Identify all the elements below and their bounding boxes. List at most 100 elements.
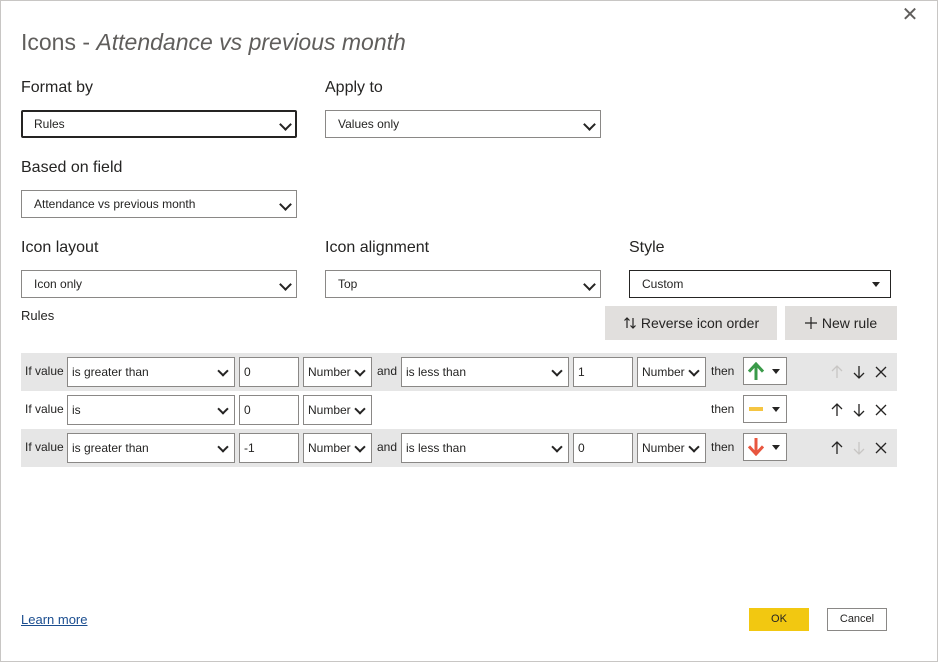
icon-alignment-value: Top xyxy=(338,277,358,291)
delete-rule-icon[interactable] xyxy=(873,364,889,380)
rule-1-operator-value: is greater than xyxy=(72,365,149,379)
rules-label: Rules xyxy=(21,308,55,323)
cancel-button[interactable]: Cancel xyxy=(827,608,887,631)
new-rule-label: New rule xyxy=(821,315,878,331)
chevron-down-icon xyxy=(551,441,563,453)
then-label: then xyxy=(711,364,735,378)
if-value-label: If value xyxy=(25,402,64,416)
chevron-down-icon xyxy=(279,278,292,291)
rule-3-operator-value: is greater than xyxy=(72,441,149,455)
chevron-down-icon xyxy=(583,118,596,131)
rule-2-value-input[interactable]: 0 xyxy=(239,395,299,425)
new-rule-button[interactable]: New rule xyxy=(785,306,897,340)
apply-to-value: Values only xyxy=(338,117,400,131)
delete-rule-icon[interactable] xyxy=(873,402,889,418)
caret-down-icon xyxy=(772,369,780,374)
move-down-icon[interactable] xyxy=(851,364,867,380)
dialog-title-prefix: Icons - xyxy=(21,29,97,55)
icons-dialog: ✕ Icons - Attendance vs previous month F… xyxy=(0,0,938,662)
rule-2-type-value: Number xyxy=(308,403,351,417)
reverse-icon-order-label: Reverse icon order xyxy=(640,315,760,331)
based-on-field-select[interactable]: Attendance vs previous month xyxy=(21,190,297,218)
rule-3-operator2-select[interactable]: is less than xyxy=(401,433,569,463)
chevron-down-icon xyxy=(688,441,700,453)
icon-layout-select[interactable]: Icon only xyxy=(21,270,297,298)
rule-row-3: If value is greater than -1 Number and i… xyxy=(21,429,897,467)
red-down-arrow-icon xyxy=(748,438,764,456)
if-value-label: If value xyxy=(25,440,64,454)
rule-2-operator-select[interactable]: is xyxy=(67,395,235,425)
rule-3-type-select[interactable]: Number xyxy=(303,433,372,463)
delete-rule-icon[interactable] xyxy=(873,440,889,456)
rule-1-type2-select[interactable]: Number xyxy=(637,357,706,387)
rule-2-type-select[interactable]: Number xyxy=(303,395,372,425)
dialog-title-field: Attendance vs previous month xyxy=(96,29,406,55)
rule-1-icon-picker[interactable] xyxy=(743,357,787,385)
rule-1-type-select[interactable]: Number xyxy=(303,357,372,387)
move-up-icon[interactable] xyxy=(829,364,845,380)
format-by-value: Rules xyxy=(34,117,65,131)
reverse-icon-order-button[interactable]: Reverse icon order xyxy=(605,306,777,340)
rule-3-value2-text: 0 xyxy=(578,441,585,455)
rule-row-2: If value is 0 Number then xyxy=(21,391,897,429)
rule-1-value2-input[interactable]: 1 xyxy=(573,357,633,387)
chevron-down-icon xyxy=(354,365,366,377)
apply-to-select[interactable]: Values only xyxy=(325,110,601,138)
dialog-title: Icons - Attendance vs previous month xyxy=(21,29,406,56)
rule-2-operator-value: is xyxy=(72,403,81,417)
ok-button[interactable]: OK xyxy=(749,608,809,631)
green-up-arrow-icon xyxy=(748,362,764,380)
based-on-field-label: Based on field xyxy=(21,159,123,176)
rule-3-value-input[interactable]: -1 xyxy=(239,433,299,463)
plus-icon xyxy=(804,317,817,329)
icon-alignment-label: Icon alignment xyxy=(325,239,430,256)
chevron-down-icon xyxy=(354,403,366,415)
chevron-down-icon xyxy=(583,278,596,291)
and-label: and xyxy=(377,440,398,454)
close-icon[interactable]: ✕ xyxy=(900,5,920,25)
move-down-icon[interactable] xyxy=(851,402,867,418)
yellow-dash-icon xyxy=(749,407,763,411)
and-label: and xyxy=(377,364,398,378)
chevron-down-icon xyxy=(279,198,292,211)
rule-3-type2-value: Number xyxy=(642,441,685,455)
rule-3-value2-input[interactable]: 0 xyxy=(573,433,633,463)
move-up-icon[interactable] xyxy=(829,440,845,456)
rule-2-icon-picker[interactable] xyxy=(743,395,787,423)
chevron-down-icon xyxy=(217,365,229,377)
then-label: then xyxy=(711,402,735,416)
rule-2-value-text: 0 xyxy=(244,403,251,417)
chevron-down-icon xyxy=(217,403,229,415)
rule-1-operator2-value: is less than xyxy=(406,365,467,379)
chevron-down-icon xyxy=(551,365,563,377)
move-up-icon[interactable] xyxy=(829,402,845,418)
apply-to-label: Apply to xyxy=(325,79,383,96)
chevron-down-icon xyxy=(688,365,700,377)
style-value: Custom xyxy=(642,277,684,291)
sort-arrows-icon xyxy=(623,317,636,329)
rule-1-operator2-select[interactable]: is less than xyxy=(401,357,569,387)
icon-layout-value: Icon only xyxy=(34,277,83,291)
move-down-icon[interactable] xyxy=(851,440,867,456)
rule-1-value-text: 0 xyxy=(244,365,251,379)
rule-3-type2-select[interactable]: Number xyxy=(637,433,706,463)
chevron-down-icon xyxy=(279,118,292,131)
rule-3-icon-picker[interactable] xyxy=(743,433,787,461)
style-dropdown[interactable]: Custom xyxy=(629,270,891,298)
rule-1-type2-value: Number xyxy=(642,365,685,379)
format-by-label: Format by xyxy=(21,79,94,96)
rule-1-operator-select[interactable]: is greater than xyxy=(67,357,235,387)
rule-1-value-input[interactable]: 0 xyxy=(239,357,299,387)
rule-3-type-value: Number xyxy=(308,441,351,455)
format-by-select[interactable]: Rules xyxy=(21,110,297,138)
icon-alignment-select[interactable]: Top xyxy=(325,270,601,298)
icon-layout-label: Icon layout xyxy=(21,239,99,256)
rule-3-operator-select[interactable]: is greater than xyxy=(67,433,235,463)
style-label: Style xyxy=(629,239,665,256)
caret-down-icon xyxy=(772,445,780,450)
caret-down-icon xyxy=(872,282,880,287)
based-on-field-value: Attendance vs previous month xyxy=(34,197,196,211)
rule-1-value2-text: 1 xyxy=(578,365,585,379)
then-label: then xyxy=(711,440,735,454)
learn-more-link[interactable]: Learn more xyxy=(21,612,87,627)
